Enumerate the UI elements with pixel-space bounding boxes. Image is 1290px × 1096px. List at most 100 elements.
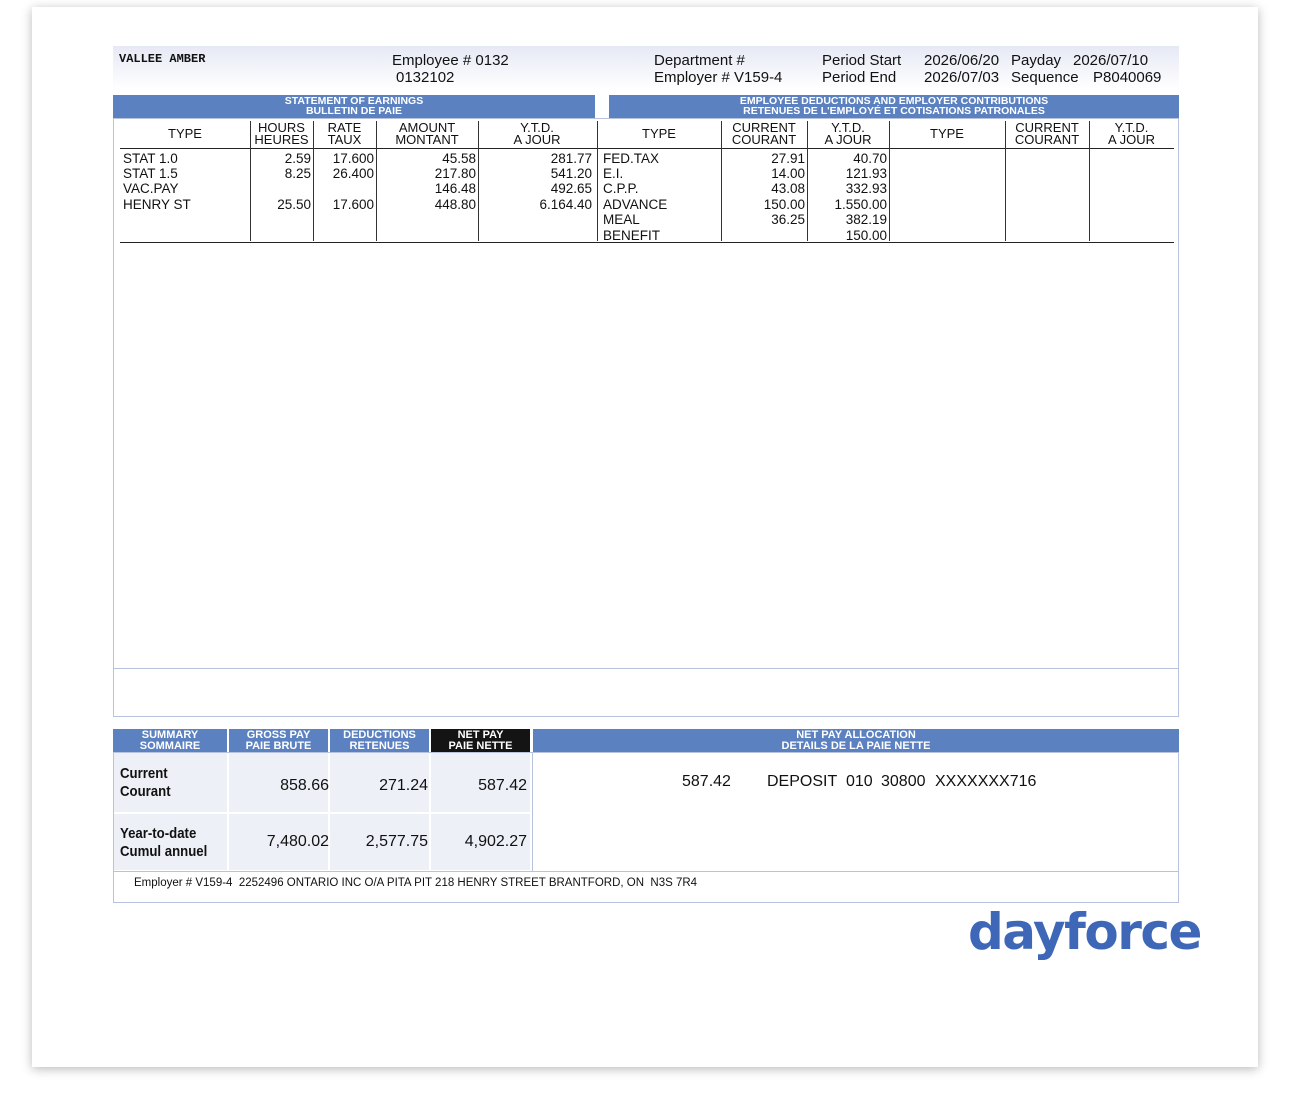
earn-rate: 26.400	[332, 166, 374, 181]
ded-type: BENEFIT	[603, 228, 661, 243]
current-label: Current Courant	[120, 765, 171, 801]
earn-col-amount-fr: MONTANT	[395, 132, 459, 147]
period-end-label: Period End	[822, 69, 897, 86]
ded-type: E.I.	[603, 166, 624, 181]
col-separator	[889, 121, 890, 241]
earn-col-ytd-fr: A JOUR	[513, 132, 561, 147]
earn-hours: 2.59	[284, 151, 311, 166]
period-start-label: Period Start	[822, 52, 902, 69]
earn-amount: 217.80	[434, 166, 476, 181]
earn-amount: 448.80	[434, 197, 476, 212]
ded-col-ytd-b-fr: A JOUR	[1108, 132, 1155, 147]
ded-ytd: 40.70	[853, 151, 887, 166]
ded-col-current-b-fr: COURANT	[1014, 132, 1080, 147]
net-pay-header-en: NET PAY	[457, 729, 504, 741]
earn-rate: 17.600	[332, 197, 374, 212]
earn-ytd: 541.20	[550, 166, 592, 181]
ded-type: C.P.P.	[603, 181, 639, 196]
dayforce-logo: dayforce	[968, 903, 1202, 961]
ded-col-type: TYPE	[642, 126, 676, 141]
earn-col-amount: AMOUNT MONTANT	[376, 121, 478, 147]
ytd-label-fr: Cumul annuel	[120, 843, 208, 860]
earnings-section-title: STATEMENT OF EARNINGS BULLETIN DE PAIE	[113, 95, 595, 118]
earn-type: STAT 1.5	[123, 166, 178, 181]
employer-address-line: Employer # V159-4 2252496 ONTARIO INC O/…	[134, 877, 698, 889]
ded-col-current: CURRENT COURANT	[721, 121, 807, 147]
ytd-label: Year-to-date Cumul annuel	[120, 825, 207, 861]
employee-number: Employee # 0132	[392, 52, 509, 69]
earn-amount: 146.48	[434, 181, 476, 196]
gross-pay-header-en: GROSS PAY	[246, 729, 311, 741]
payday-value: 2026/07/10	[1073, 52, 1149, 69]
net-pay-header: NET PAY PAIE NETTE	[431, 729, 530, 752]
deductions-header: DEDUCTIONS RETENUES	[330, 729, 429, 752]
ded-current: 150.00	[763, 197, 805, 212]
allocation-header-fr: DETAILS DE LA PAIE NETTE	[781, 739, 931, 752]
ded-col-type-b: TYPE	[930, 126, 964, 141]
col-separator	[1089, 121, 1090, 241]
sequence-value: P8040069	[1093, 69, 1162, 86]
table-header-rule	[120, 148, 1174, 149]
ded-col-current-b: CURRENT COURANT	[1005, 121, 1089, 147]
allocation-account: XXXXXXX716	[935, 773, 1037, 790]
allocation-institution: 30800	[881, 773, 926, 790]
earn-amount: 45.58	[442, 151, 476, 166]
allocation-divider	[532, 752, 533, 871]
earn-ytd: 6.164.40	[539, 197, 592, 212]
earn-col-ytd: Y.T.D. A JOUR	[478, 121, 596, 147]
ded-current: 43.08	[771, 181, 805, 196]
ded-type: ADVANCE	[603, 197, 668, 212]
ded-ytd: 332.93	[845, 181, 887, 196]
earnings-title-fr: BULLETIN DE PAIE	[305, 105, 403, 117]
earn-col-rate-fr: TAUX	[327, 132, 362, 147]
summary-header-en: SUMMARY	[141, 729, 199, 741]
col-separator	[597, 121, 598, 241]
ded-col-ytd-fr: A JOUR	[824, 132, 872, 147]
department-number: Department #	[654, 52, 745, 69]
ded-ytd: 1.550.00	[834, 197, 887, 212]
ded-current: 27.91	[771, 151, 805, 166]
deductions-title-fr: RETENUES DE L'EMPLOYÉ ET COTISATIONS PAT…	[743, 105, 1045, 117]
earn-hours: 25.50	[277, 197, 311, 212]
employee-header: VALLEE AMBER Employee # 0132 0132102 Dep…	[113, 46, 1179, 90]
ytd-gross-pay: 7,480.02	[266, 833, 329, 850]
ded-current: 14.00	[771, 166, 805, 181]
current-label-en: Current	[120, 765, 168, 782]
current-net-pay: 587.42	[478, 777, 527, 794]
earn-ytd: 492.65	[550, 181, 592, 196]
earn-type: VAC.PAY	[123, 181, 179, 196]
gross-pay-header-fr: PAIE BRUTE	[245, 739, 312, 752]
ded-col-ytd: Y.T.D. A JOUR	[807, 121, 889, 147]
ded-col-ytd-b: Y.T.D. A JOUR	[1089, 121, 1174, 147]
current-deductions: 271.24	[379, 777, 428, 794]
earn-col-rate: RATE TAUX	[313, 121, 376, 147]
ded-col-current-fr: COURANT	[731, 132, 797, 147]
footer-divider	[114, 871, 1178, 872]
ytd-deductions: 2,577.75	[365, 833, 428, 850]
ded-type: FED.TAX	[603, 151, 660, 166]
earn-type: STAT 1.0	[123, 151, 178, 166]
employer-number: Employer # V159-4	[654, 69, 783, 86]
earn-rate: 17.600	[332, 151, 374, 166]
ded-current: 36.25	[771, 212, 805, 227]
ytd-net-pay: 4,902.27	[464, 833, 527, 850]
col-separator	[1005, 121, 1006, 241]
earn-hours: 8.25	[284, 166, 311, 181]
allocation-transit: 010	[846, 773, 873, 790]
earn-col-hours: HOURS HEURES	[250, 121, 313, 146]
ded-type: MEAL	[603, 212, 640, 227]
summary-header: SUMMARY SOMMAIRE	[113, 729, 227, 752]
employee-id: 0132102	[396, 69, 455, 86]
allocation-header-en: NET PAY ALLOCATION	[796, 729, 916, 741]
ded-ytd: 382.19	[845, 212, 887, 227]
period-end-value: 2026/07/03	[924, 69, 1000, 86]
summary-header-fr: SOMMAIRE	[139, 739, 201, 752]
deductions-header-en: DEDUCTIONS	[343, 729, 416, 741]
deductions-header-fr: RETENUES	[349, 739, 410, 752]
period-start-value: 2026/06/20	[924, 52, 1000, 69]
gross-pay-header: GROSS PAY PAIE BRUTE	[229, 729, 328, 752]
employee-name: VALLEE AMBER	[119, 52, 206, 66]
allocation-method: DEPOSIT	[767, 773, 838, 790]
payday-label: Payday	[1011, 52, 1062, 69]
earn-ytd: 281.77	[550, 151, 592, 166]
